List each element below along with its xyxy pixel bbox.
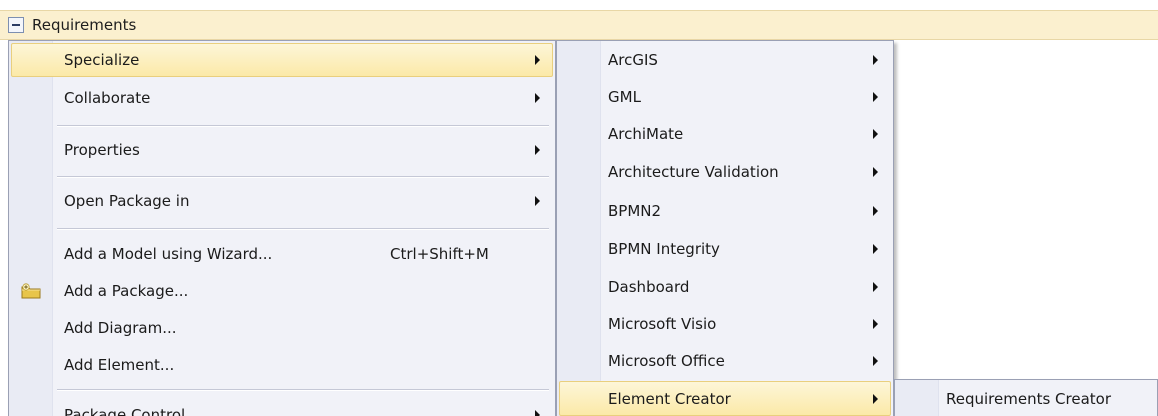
submenu-arrow-icon [873,92,878,102]
menu-item-label: Add a Package... [64,282,189,300]
menu-item-collaborate[interactable]: Collaborate [11,81,553,115]
menu-item-gml[interactable]: GML [559,80,891,114]
menu-item-label: Properties [64,141,140,159]
submenu-arrow-icon [535,55,540,65]
add-package-icon [21,283,41,299]
element-creator-submenu: Requirements Creator [894,379,1158,416]
specialize-submenu: ArcGIS GML ArchiMate Architecture Valida… [556,40,894,416]
menu-item-label: Add Element... [64,356,175,374]
menu-item-package-control[interactable]: Package Control [11,398,553,416]
submenu-arrow-icon [873,319,878,329]
menu-separator [57,389,549,391]
menu-item-label: Package Control [64,406,186,416]
menu-item-open-package-in[interactable]: Open Package in [11,184,553,218]
menu-item-label: GML [608,88,641,106]
menu-item-label: Open Package in [64,192,190,210]
submenu-arrow-icon [873,356,878,366]
submenu-arrow-icon [873,129,878,139]
menu-item-label: BPMN2 [608,202,662,220]
submenu-arrow-icon [535,93,540,103]
menu-item-specialize[interactable]: Specialize [11,43,553,77]
menu-item-label: Specialize [64,51,140,69]
menu-separator [57,125,549,127]
collapse-icon[interactable] [8,17,24,33]
menu-item-bpmn2[interactable]: BPMN2 [559,194,891,228]
submenu-arrow-icon [873,55,878,65]
menu-item-label: Dashboard [608,278,690,296]
menu-item-dashboard[interactable]: Dashboard [559,270,891,304]
submenu-arrow-icon [535,145,540,155]
menu-item-arcgis[interactable]: ArcGIS [559,43,891,77]
menu-item-label: Add a Model using Wizard... [64,245,273,263]
menu-item-label: ArcGIS [608,51,658,69]
menu-item-label: Microsoft Visio [608,315,717,333]
context-menu: Specialize Collaborate Properties Open P… [8,40,556,416]
menu-item-label: ArchiMate [608,125,684,143]
menu-item-label: Requirements Creator [946,390,1112,408]
menu-item-label: Add Diagram... [64,319,177,337]
menu-item-archimate[interactable]: ArchiMate [559,117,891,151]
menu-item-label: Element Creator [608,389,731,408]
menu-item-add-package[interactable]: Add a Package... [11,274,553,308]
menu-item-requirements-creator[interactable]: Requirements Creator [897,382,1155,416]
menu-item-properties[interactable]: Properties [11,133,553,167]
menu-separator [57,228,549,230]
submenu-arrow-icon [535,196,540,206]
menu-item-label: Architecture Validation [608,163,779,181]
menu-item-add-model-wizard[interactable]: Add a Model using Wizard... Ctrl+Shift+M [11,237,553,271]
menu-item-add-element[interactable]: Add Element... [11,348,553,382]
menu-item-add-diagram[interactable]: Add Diagram... [11,311,553,345]
menu-item-architecture-validation[interactable]: Architecture Validation [559,155,891,189]
menu-item-microsoft-office[interactable]: Microsoft Office [559,344,891,378]
menu-item-bpmn-integrity[interactable]: BPMN Integrity [559,232,891,266]
menu-item-element-creator[interactable]: Element Creator [559,381,891,416]
menu-item-label: Microsoft Office [608,352,725,370]
tree-node-label: Requirements [32,16,137,34]
submenu-arrow-icon [873,206,878,216]
menu-item-label: BPMN Integrity [608,240,720,258]
tree-node-requirements[interactable]: Requirements [0,10,1158,40]
menu-item-label: Collaborate [64,89,151,107]
submenu-arrow-icon [873,167,878,177]
menu-item-microsoft-visio[interactable]: Microsoft Visio [559,307,891,341]
submenu-arrow-icon [873,282,878,292]
menu-separator [57,176,549,178]
submenu-arrow-icon [873,393,878,404]
menu-item-shortcut: Ctrl+Shift+M [390,245,489,263]
submenu-arrow-icon [535,410,540,416]
submenu-arrow-icon [873,244,878,254]
